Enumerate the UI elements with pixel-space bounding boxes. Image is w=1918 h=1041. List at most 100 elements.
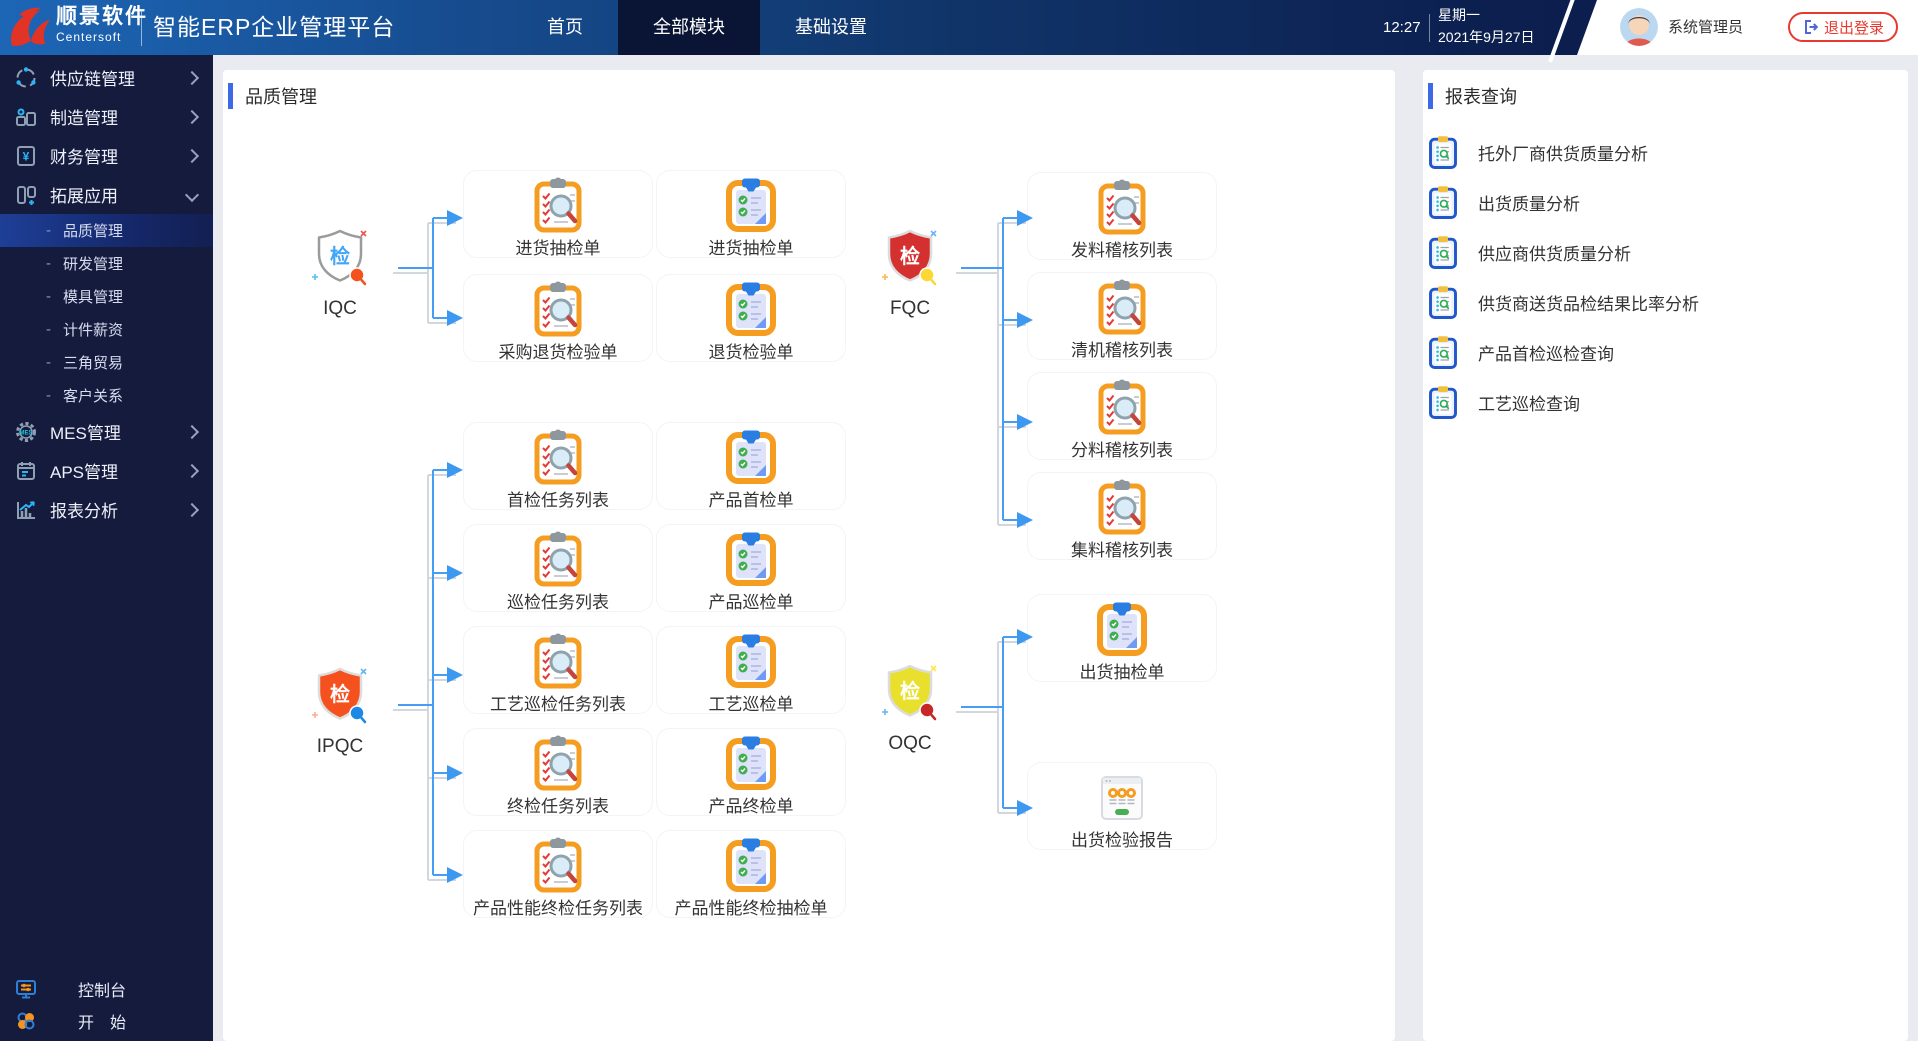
sidebar-item[interactable]: APS管理 (0, 451, 213, 490)
chevron-icon (184, 424, 200, 439)
date-block: 星期一 2021年9月27日 (1438, 8, 1535, 44)
flow-item[interactable]: 出货抽检单 (1027, 594, 1217, 682)
sidebar-item[interactable]: - 三角贸易 (0, 346, 213, 379)
report-query-icon (1428, 385, 1458, 420)
flow-node-oqc[interactable]: OQC (860, 662, 960, 755)
report-link[interactable]: 供货商送货品检结果比率分析 (1428, 277, 1900, 327)
flow-item-label: 出货检验报告 (1071, 831, 1173, 850)
report-link[interactable]: 托外厂商供货质量分析 (1428, 127, 1900, 177)
chevron-icon (184, 70, 200, 85)
username: 系统管理员 (1668, 19, 1744, 36)
flow-item[interactable]: 采购退货检验单 (463, 274, 653, 362)
quality-management-panel: 品质管理 IQC FQC IPQC OQC 进货抽检单 采购退货检验单 进货抽检… (223, 70, 1395, 1041)
topbar-tab[interactable]: 全部模块 (618, 0, 760, 55)
topbar-tab[interactable]: 基础设置 (760, 0, 902, 55)
dash-prefix: - (46, 255, 51, 272)
start-label: 开 始 (78, 1015, 127, 1032)
report-link-label: 产品首检巡检查询 (1478, 344, 1614, 364)
sidebar-item[interactable]: 财务管理 (0, 136, 213, 175)
flow-item[interactable]: 分料稽核列表 (1027, 372, 1217, 460)
audit-clipboard-icon (530, 531, 586, 587)
flow-item[interactable]: 出货检验报告 (1027, 762, 1217, 850)
report-link[interactable]: 供应商供货质量分析 (1428, 227, 1900, 277)
sidebar-item[interactable]: 供应链管理 (0, 58, 213, 97)
flow-item-label: 分料稽核列表 (1071, 441, 1173, 460)
sidebar-item[interactable]: - 研发管理 (0, 247, 213, 280)
report-query-icon (1428, 335, 1458, 370)
audit-clipboard-icon (530, 177, 586, 233)
checklist-clipboard-icon (723, 531, 779, 587)
sidebar-item-console[interactable]: 控制台 (0, 973, 213, 1005)
topbar-tabs: 首页 全部模块 基础设置 (512, 0, 902, 55)
report-link-label: 供货商送货品检结果比率分析 (1478, 294, 1699, 314)
sidebar-item[interactable]: - 客户关系 (0, 379, 213, 412)
flow-item[interactable]: 工艺巡检单 (656, 626, 846, 714)
flow-item[interactable]: 首检任务列表 (463, 422, 653, 510)
flow-item-label: 发料稽核列表 (1071, 241, 1173, 260)
shield-check-icon (309, 227, 371, 287)
report-query-icon (1428, 135, 1458, 170)
topbar-tab[interactable]: 首页 (512, 0, 618, 55)
sidebar-item-start[interactable]: 开 始 (0, 1005, 213, 1037)
flow-item[interactable]: 进货抽检单 (463, 170, 653, 258)
dash-prefix: - (46, 354, 51, 371)
report-link[interactable]: 工艺巡检查询 (1428, 377, 1900, 427)
page-title: 品质管理 (245, 87, 317, 107)
report-link-label: 工艺巡检查询 (1478, 394, 1580, 414)
sidebar-item-label: MES管理 (50, 424, 121, 443)
sidebar: 供应链管理 制造管理 财务管理 拓展应用 - 品质管理 - 研发管理 - 模具管… (0, 55, 213, 1041)
flow-item[interactable]: 巡检任务列表 (463, 524, 653, 612)
flow-item-label: 产品巡检单 (708, 593, 794, 612)
logout-icon (1805, 20, 1818, 34)
sidebar-item[interactable]: - 计件薪资 (0, 313, 213, 346)
flow-node-fqc[interactable]: FQC (860, 227, 960, 320)
sidebar-item[interactable]: - 模具管理 (0, 280, 213, 313)
checklist-clipboard-icon (723, 281, 779, 337)
reports-title: 报表查询 (1445, 87, 1517, 107)
flow-item[interactable]: 进货抽检单 (656, 170, 846, 258)
report-link[interactable]: 出货质量分析 (1428, 177, 1900, 227)
flow-item[interactable]: 集料稽核列表 (1027, 472, 1217, 560)
sidebar-item[interactable]: 制造管理 (0, 97, 213, 136)
audit-clipboard-icon (530, 735, 586, 791)
iqc-doc-column: 进货抽检单 退货检验单 (656, 170, 846, 362)
logout-button[interactable]: 退出登录 (1788, 12, 1899, 42)
checklist-clipboard-icon (723, 837, 779, 893)
flow-item[interactable]: 产品终检单 (656, 728, 846, 816)
flow-item[interactable]: 终检任务列表 (463, 728, 653, 816)
flow-item[interactable]: 产品性能终检抽检单 (656, 830, 846, 918)
sidebar-item[interactable]: 报表分析 (0, 490, 213, 529)
sidebar-item[interactable]: - 品质管理 (0, 214, 213, 247)
supply-chain-icon (14, 66, 38, 90)
sidebar-item[interactable]: MES管理 (0, 412, 213, 451)
flow-item-label: 产品性能终检任务列表 (473, 899, 643, 918)
report-query-icon (1428, 235, 1458, 270)
audit-clipboard-icon (1094, 279, 1150, 335)
sidebar-item[interactable]: 拓展应用 (0, 175, 213, 214)
flow-item[interactable]: 清机稽核列表 (1027, 272, 1217, 360)
dash-prefix: - (46, 321, 51, 338)
chevron-icon (184, 463, 200, 478)
flow-item[interactable]: 发料稽核列表 (1027, 172, 1217, 260)
report-link[interactable]: 产品首检巡检查询 (1428, 327, 1900, 377)
flow-node-iqc[interactable]: IQC (290, 227, 390, 320)
dash-prefix: - (46, 387, 51, 404)
flow-item-label: 工艺巡检单 (708, 695, 794, 714)
flow-node-ipqc[interactable]: IPQC (290, 665, 390, 758)
console-icon (14, 977, 38, 1001)
flow-item[interactable]: 工艺巡检任务列表 (463, 626, 653, 714)
date: 2021年9月27日 (1438, 29, 1535, 45)
flow-node-label: FQC (889, 298, 931, 319)
flow-item[interactable]: 产品性能终检任务列表 (463, 830, 653, 918)
flow-item-label: 产品首检单 (708, 491, 794, 510)
shield-check-icon (879, 227, 941, 287)
flow-item[interactable]: 产品巡检单 (656, 524, 846, 612)
company-logo-icon (11, 7, 51, 46)
chevron-icon (184, 502, 200, 517)
ipqc-task-column: 首检任务列表 巡检任务列表 工艺巡检任务列表 终检任务列表 产品性能终检任务列表 (463, 422, 653, 918)
flow-item-label: 清机稽核列表 (1071, 341, 1173, 360)
flow-item[interactable]: 退货检验单 (656, 274, 846, 362)
user-avatar[interactable] (1620, 8, 1658, 46)
sidebar-item-label: 财务管理 (50, 148, 118, 167)
flow-item[interactable]: 产品首检单 (656, 422, 846, 510)
